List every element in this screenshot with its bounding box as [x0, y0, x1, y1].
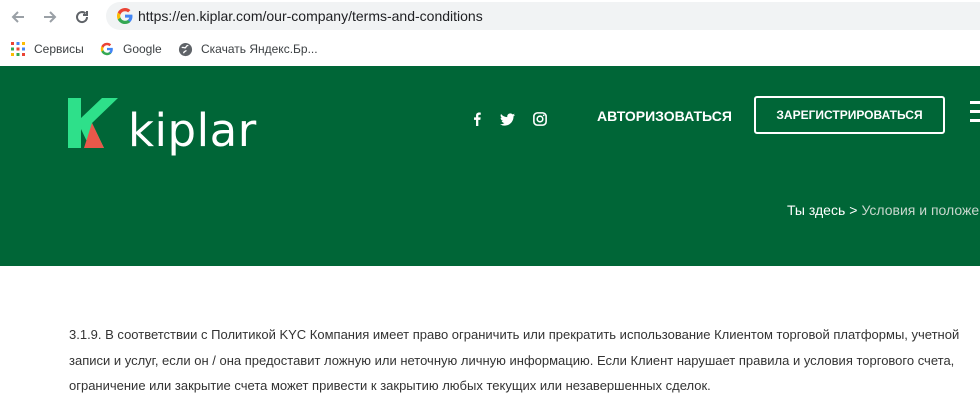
instagram-icon[interactable]: [532, 111, 548, 127]
browser-address-bar: https://en.kiplar.com/our-company/terms-…: [0, 0, 980, 33]
bookmarks-bar: Сервисы Google Скачать Яндекс.Бр...: [0, 33, 980, 65]
apps-grid-icon: [10, 41, 26, 57]
facebook-icon[interactable]: [469, 111, 485, 127]
breadcrumb-prefix: Ты здесь: [787, 202, 846, 218]
forward-button[interactable]: [39, 6, 61, 28]
reload-icon: [76, 11, 89, 24]
kiplar-logo-icon[interactable]: [68, 98, 120, 150]
twitter-icon[interactable]: [499, 111, 515, 127]
reload-button[interactable]: [71, 6, 93, 28]
url-text: https://en.kiplar.com/our-company/terms-…: [138, 8, 483, 24]
back-arrow-icon: [11, 11, 24, 23]
forward-arrow-icon: [44, 11, 57, 23]
bookmark-yandex[interactable]: Скачать Яндекс.Бр...: [177, 40, 318, 58]
logo-text[interactable]: kiplar: [128, 104, 257, 157]
url-field[interactable]: https://en.kiplar.com/our-company/terms-…: [106, 2, 980, 30]
breadcrumb-current[interactable]: Условия и положен: [861, 202, 980, 218]
bookmark-google[interactable]: Google: [99, 40, 162, 58]
google-icon: [117, 8, 133, 24]
bookmark-label: Google: [123, 42, 162, 56]
breadcrumb: Ты здесь > Условия и положен: [787, 202, 980, 218]
back-button[interactable]: [7, 6, 29, 28]
bookmark-label: Скачать Яндекс.Бр...: [201, 42, 318, 56]
login-link[interactable]: АВТОРИЗОВАТЬСЯ: [597, 108, 732, 124]
breadcrumb-separator: >: [849, 202, 858, 218]
menu-icon[interactable]: [970, 101, 980, 129]
google-icon: [99, 41, 115, 57]
bookmark-services[interactable]: Сервисы: [10, 40, 84, 58]
terms-paragraph: 3.1.9. В соответствии с Политикой KYC Ко…: [69, 327, 960, 393]
bookmark-label: Сервисы: [34, 42, 84, 56]
register-button[interactable]: ЗАРЕГИСТРИРОВАТЬСЯ: [754, 96, 945, 134]
globe-icon: [177, 41, 193, 57]
